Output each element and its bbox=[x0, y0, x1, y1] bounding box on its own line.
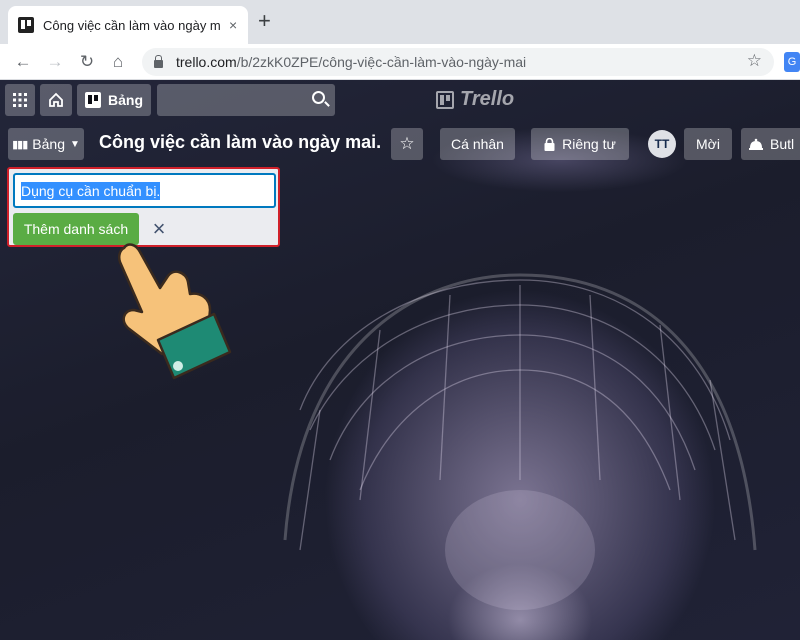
boards-button[interactable]: Bảng bbox=[77, 84, 151, 116]
address-bar[interactable]: trello.com/b/2zkK0ZPE/công-việc-cần-làm-… bbox=[142, 48, 774, 76]
privacy-button-label: Riêng tư bbox=[562, 136, 616, 152]
back-arrow-icon[interactable]: ← bbox=[12, 51, 34, 73]
home-icon[interactable]: ⌂ bbox=[107, 51, 129, 73]
butler-button-label: Butl bbox=[770, 136, 795, 152]
new-tab-button[interactable]: + bbox=[258, 10, 271, 32]
trello-logo-icon bbox=[436, 90, 454, 109]
url-text: trello.com/b/2zkK0ZPE/công-việc-cần-làm-… bbox=[176, 54, 526, 70]
browser-tab-strip: Công việc cần làm vào ngày mai × + bbox=[0, 0, 800, 44]
avatar[interactable]: TT bbox=[648, 130, 676, 158]
trello-favicon-icon bbox=[18, 17, 34, 33]
boards-menu-label: Bảng bbox=[32, 136, 65, 152]
boards-button-label: Bảng bbox=[108, 92, 143, 108]
search-icon bbox=[312, 91, 325, 104]
bookmark-star-icon[interactable]: ☆ bbox=[747, 51, 762, 71]
forward-arrow-icon[interactable]: → bbox=[44, 51, 66, 73]
privacy-button[interactable]: Riêng tư bbox=[531, 128, 629, 160]
search-input[interactable] bbox=[157, 84, 335, 116]
pointing-hand-icon bbox=[117, 243, 232, 380]
board-icon bbox=[85, 92, 101, 108]
list-name-input[interactable]: Dụng cụ cần chuẩn bị. bbox=[13, 173, 276, 208]
home-button-icon[interactable] bbox=[40, 84, 72, 116]
tab-close-icon[interactable]: × bbox=[229, 17, 237, 33]
star-board-icon[interactable]: ☆ bbox=[391, 128, 423, 160]
extension-icon[interactable]: G bbox=[784, 52, 800, 72]
lock-icon bbox=[544, 137, 555, 151]
board-title[interactable]: Công việc cần làm vào ngày mai. bbox=[99, 132, 381, 153]
list-name-value: Dụng cụ cần chuẩn bị. bbox=[21, 181, 161, 200]
apps-grid-icon[interactable] bbox=[5, 84, 35, 116]
boards-menu-button[interactable]: ▮▮▮ Bảng ▼ bbox=[8, 128, 84, 160]
tab-title: Công việc cần làm vào ngày mai bbox=[43, 17, 221, 33]
browser-toolbar: ← → ↻ ⌂ trello.com/b/2zkK0ZPE/công-việc-… bbox=[0, 44, 800, 80]
team-visibility-button[interactable]: Cá nhân bbox=[440, 128, 515, 160]
butler-bell-icon bbox=[749, 138, 763, 150]
reload-icon[interactable]: ↻ bbox=[76, 51, 98, 73]
board-view-icon: ▮▮▮ bbox=[12, 138, 28, 151]
lock-icon bbox=[154, 55, 163, 68]
trello-logo[interactable]: Trello bbox=[436, 88, 514, 111]
butler-button[interactable]: Butl bbox=[741, 128, 800, 160]
trello-logo-text: Trello bbox=[460, 88, 515, 110]
invite-button[interactable]: Mời bbox=[684, 128, 732, 160]
browser-tab[interactable]: Công việc cần làm vào ngày mai × bbox=[8, 6, 248, 44]
chevron-down-icon: ▼ bbox=[69, 138, 80, 150]
url-host: trello.com bbox=[176, 54, 237, 70]
url-path: /b/2zkK0ZPE/công-việc-cần-làm-vào-ngày-m… bbox=[236, 54, 527, 70]
add-list-form: Dụng cụ cần chuẩn bị. Thêm danh sách × bbox=[7, 167, 280, 247]
